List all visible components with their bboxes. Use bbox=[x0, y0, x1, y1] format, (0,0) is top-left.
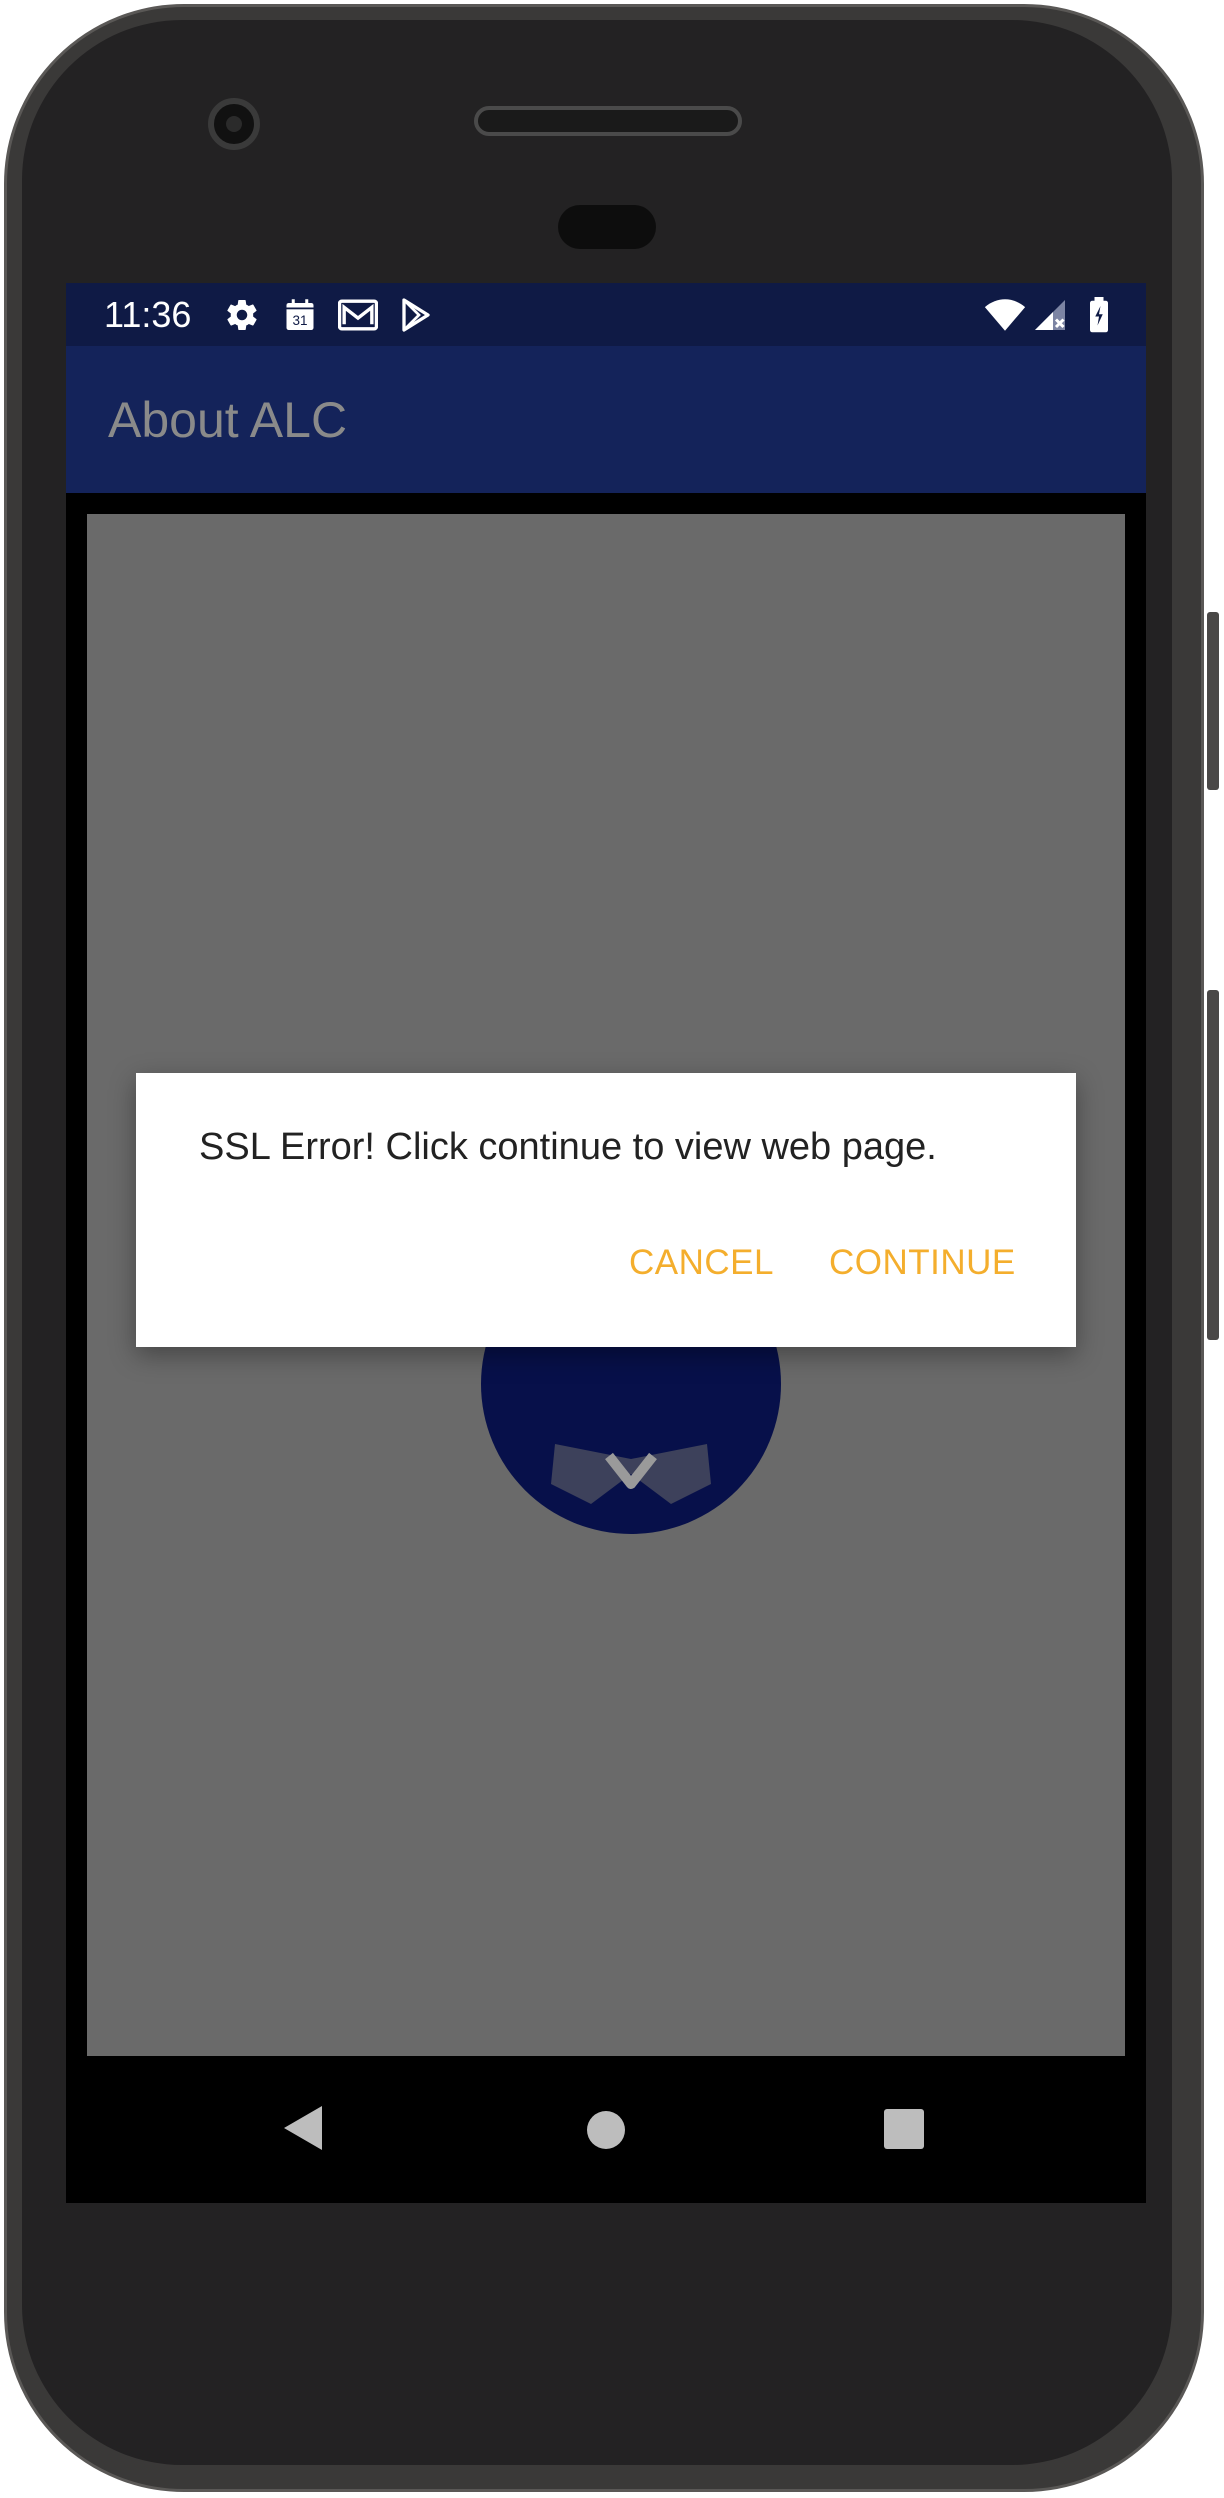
battery-icon bbox=[1090, 297, 1108, 333]
play-store-icon bbox=[402, 298, 430, 332]
navigation-bar bbox=[66, 2056, 1146, 2203]
earpiece-speaker bbox=[474, 106, 742, 136]
phone-device: 11:36 31 About ALC SSL Error! Click cont… bbox=[0, 0, 1224, 2498]
back-icon[interactable] bbox=[284, 2106, 322, 2150]
gmail-icon bbox=[338, 299, 378, 331]
screen: 11:36 31 About ALC SSL Error! Click cont… bbox=[66, 283, 1146, 2203]
gear-icon bbox=[227, 300, 257, 331]
status-bar: 11:36 31 bbox=[66, 283, 1146, 346]
proximity-sensor bbox=[558, 205, 656, 249]
front-camera bbox=[208, 98, 260, 150]
wifi-icon bbox=[984, 299, 1026, 331]
signal-icon bbox=[1035, 300, 1065, 330]
home-icon[interactable] bbox=[587, 2111, 625, 2149]
page-title: About ALC bbox=[108, 392, 348, 448]
calendar-date: 31 bbox=[292, 313, 307, 328]
cancel-button[interactable]: CANCEL bbox=[629, 1243, 774, 1283]
ssl-error-dialog: SSL Error! Click continue to view web pa… bbox=[136, 1073, 1076, 1347]
status-time: 11:36 bbox=[104, 294, 192, 335]
power-button bbox=[1207, 612, 1219, 790]
calendar-icon: 31 bbox=[286, 299, 314, 330]
volume-button bbox=[1207, 990, 1219, 1340]
continue-button[interactable]: CONTINUE bbox=[829, 1243, 1016, 1283]
recents-icon[interactable] bbox=[884, 2109, 924, 2149]
dialog-message: SSL Error! Click continue to view web pa… bbox=[199, 1126, 937, 1168]
app-bar: About ALC bbox=[66, 346, 1146, 493]
